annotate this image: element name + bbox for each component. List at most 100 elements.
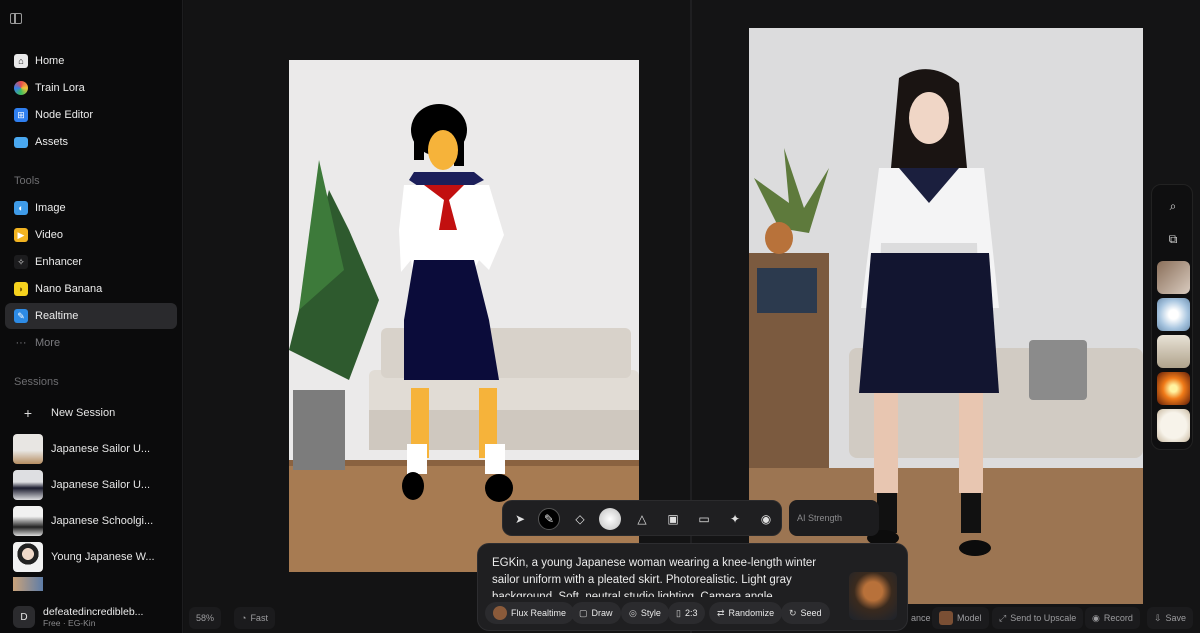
aspect-ratio-chip-label: 2:3: [684, 608, 698, 618]
sidebar-item-realtime[interactable]: ✎ Realtime: [5, 303, 177, 329]
seed-icon: ↻: [789, 607, 797, 618]
sidebar: ⌂ Home Train Lora ⊞ Node Editor Assets T…: [0, 0, 183, 633]
sidebar-item-image[interactable]: ◐ Image: [5, 195, 177, 221]
sidebar-item-enhancer[interactable]: ✧ Enhancer: [5, 249, 177, 275]
brush-icon[interactable]: ✎: [538, 508, 560, 530]
shapes-icon[interactable]: △: [631, 508, 653, 530]
record-icon: ◉: [1092, 612, 1100, 623]
new-session-button[interactable]: + New Session: [5, 397, 177, 429]
zoom-level[interactable]: 58%: [189, 607, 222, 629]
style-thumbnail[interactable]: [1157, 409, 1190, 442]
sidebar-item-label: Image: [35, 202, 66, 214]
session-item[interactable]: Japanese Sailor U...: [5, 433, 177, 465]
draw-chip-label: Draw: [591, 608, 613, 618]
image-upload-icon[interactable]: ▣: [662, 508, 684, 530]
style-thumbnail[interactable]: [1157, 298, 1190, 331]
seed-chip[interactable]: ↻ Seed: [781, 602, 830, 624]
user-account[interactable]: D defeatedincredibleb... Free · EG-Kin: [0, 601, 182, 633]
model-label: Model: [957, 613, 982, 623]
prompt-input[interactable]: EGKin, a young Japanese woman wearing a …: [492, 555, 830, 597]
node-editor-icon: ⊞: [14, 108, 28, 122]
style-thumbnail[interactable]: [1157, 335, 1190, 368]
style-thumbnail[interactable]: [1157, 261, 1190, 294]
sessions-section-label: Sessions: [14, 376, 59, 388]
sidebar-item-label: Video: [35, 229, 63, 241]
speed-label: Fast: [250, 613, 268, 623]
ai-strength-slider[interactable]: AI Strength: [789, 500, 879, 536]
cursor-icon[interactable]: ➤: [509, 508, 531, 530]
sidebar-item-label: Nano Banana: [35, 283, 103, 295]
draw-icon: ▢: [579, 607, 588, 618]
send-to-upscale-button[interactable]: ⤢ Send to Upscale: [992, 607, 1084, 629]
zoom-level-label: 58%: [196, 613, 215, 623]
sketch-image: [289, 60, 639, 572]
color-picker-icon[interactable]: [599, 508, 621, 530]
model-chip[interactable]: Flux Realtime: [485, 602, 575, 624]
banana-icon: ◗: [14, 282, 28, 296]
new-session-label: New Session: [51, 407, 116, 419]
session-thumbnail: [13, 577, 43, 591]
user-plan: Free · EG-Kin: [43, 617, 96, 628]
session-item[interactable]: Japanese Sailor U...: [5, 469, 177, 501]
session-label: Japanese Sailor U...: [51, 443, 151, 455]
speed-icon: ◔: [241, 613, 247, 623]
sidebar-item-train-lora[interactable]: Train Lora: [5, 75, 177, 101]
speed-toggle[interactable]: ◔ Fast: [234, 607, 275, 629]
randomize-icon: ⇄: [717, 607, 725, 618]
sidebar-item-label: Home: [35, 55, 65, 67]
enhancer-icon: ✧: [14, 255, 28, 269]
camera-icon[interactable]: ◉: [755, 508, 777, 530]
save-icon: ⇩: [1154, 612, 1162, 623]
model-chip-label: Flux Realtime: [511, 608, 567, 618]
sidebar-item-nano-banana[interactable]: ◗ Nano Banana: [5, 276, 177, 302]
folder-open-icon[interactable]: ▭: [693, 508, 715, 530]
draw-chip[interactable]: ▢ Draw: [571, 602, 621, 624]
realtime-icon: ✎: [14, 309, 28, 323]
model-avatar-icon: [493, 606, 507, 620]
aspect-ratio-icon: ▯: [676, 607, 681, 618]
randomize-chip[interactable]: ⇄ Randomize: [709, 602, 783, 624]
randomize-chip-label: Randomize: [728, 608, 775, 618]
session-item[interactable]: [5, 577, 177, 591]
search-icon[interactable]: ⌕: [1161, 194, 1185, 218]
session-label: Young Japanese W...: [51, 551, 155, 563]
save-button[interactable]: ⇩ Save: [1147, 607, 1194, 629]
style-chip[interactable]: ◎ Style: [621, 602, 669, 624]
sidebar-item-label: Assets: [35, 136, 69, 148]
sidebar-toggle-icon[interactable]: [10, 13, 22, 24]
model-button[interactable]: Model: [932, 607, 989, 629]
session-thumbnail: [13, 542, 43, 572]
sidebar-item-label: More: [35, 337, 61, 349]
record-label: Record: [1103, 613, 1133, 623]
sidebar-item-node-editor[interactable]: ⊞ Node Editor: [5, 102, 177, 128]
sidebar-item-home[interactable]: ⌂ Home: [5, 48, 177, 74]
drawing-toolbar: ➤ ✎ ◇ △ ▣ ▭ ✦ ◉: [502, 500, 782, 536]
session-label: Japanese Sailor U...: [51, 479, 151, 491]
sidebar-item-assets[interactable]: Assets: [5, 129, 177, 155]
duplicate-icon[interactable]: ⧉: [1161, 227, 1185, 251]
eraser-icon[interactable]: ◇: [569, 508, 591, 530]
aspect-ratio-chip[interactable]: ▯ 2:3: [668, 602, 706, 624]
session-thumbnail: [13, 434, 43, 464]
avatar: D: [13, 606, 35, 628]
sidebar-item-more[interactable]: ··· More: [5, 330, 177, 356]
home-icon: ⌂: [14, 54, 28, 68]
folder-icon: [14, 136, 28, 148]
seed-chip-label: Seed: [800, 608, 822, 618]
session-item[interactable]: Japanese Schoolgi...: [5, 505, 177, 537]
sidebar-item-label: Train Lora: [35, 82, 85, 94]
upscale-label: Send to Upscale: [1010, 613, 1077, 623]
sidebar-item-video[interactable]: ▶ Video: [5, 222, 177, 248]
record-button[interactable]: ◉ Record: [1085, 607, 1140, 629]
enhance-label: ance: [911, 613, 931, 623]
session-item[interactable]: Young Japanese W...: [5, 541, 177, 573]
session-thumbnail: [13, 506, 43, 536]
style-thumbnail[interactable]: [1157, 372, 1190, 405]
side-toolbar: ⌕ ⧉: [1151, 184, 1193, 450]
sparkle-icon[interactable]: ✦: [724, 508, 746, 530]
upscale-icon: ⤢: [999, 612, 1007, 623]
reference-image-thumbnail[interactable]: [849, 572, 897, 620]
drawing-canvas[interactable]: [289, 60, 639, 572]
session-thumbnail: [13, 470, 43, 500]
plus-icon: +: [23, 405, 33, 421]
